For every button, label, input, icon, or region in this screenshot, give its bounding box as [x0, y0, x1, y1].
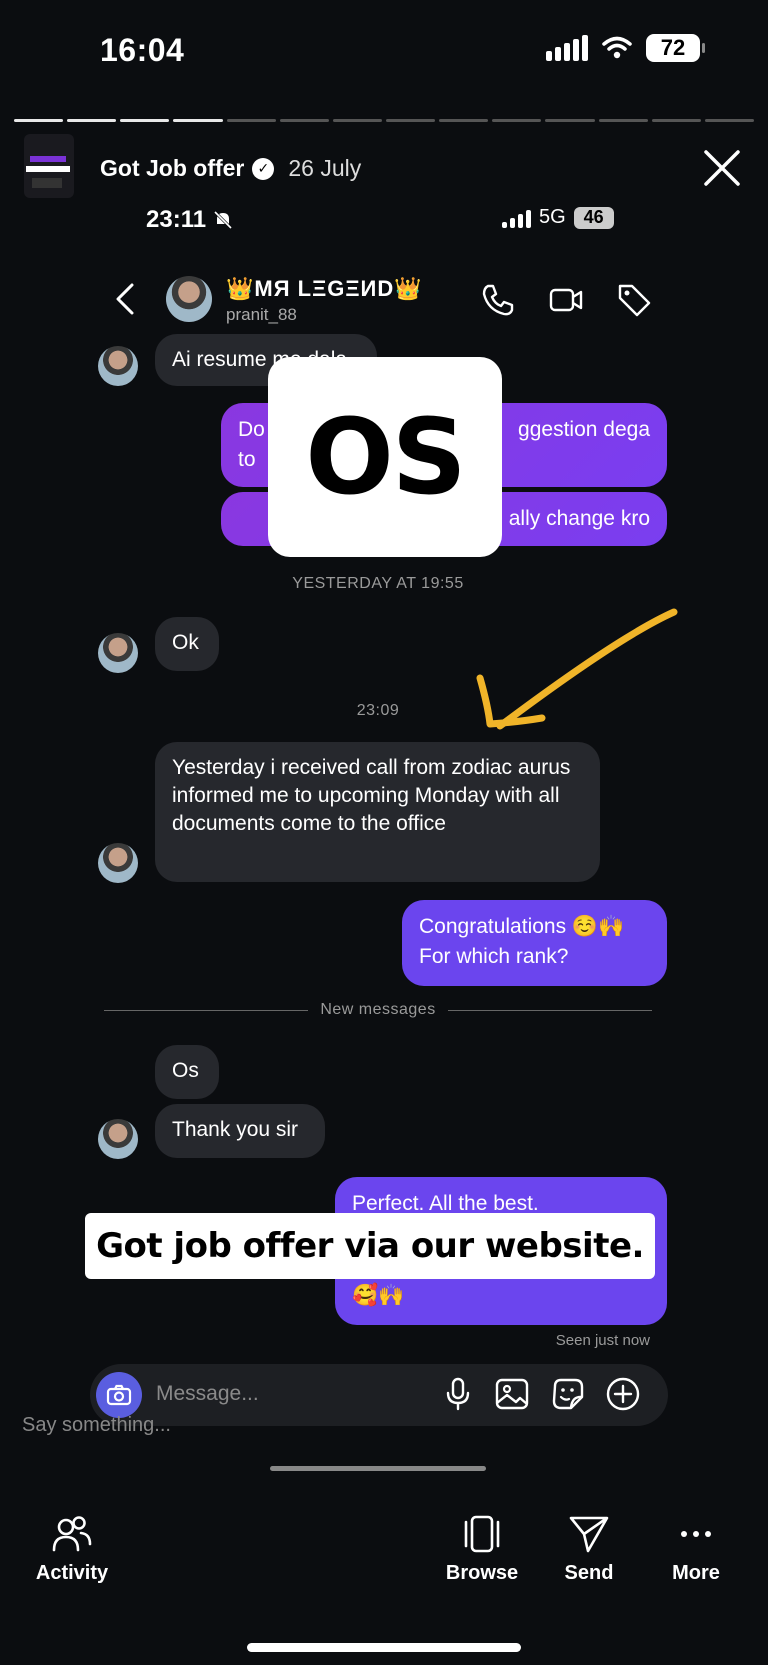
story-date: 26 July — [288, 155, 362, 181]
inner-battery: 46 — [573, 206, 614, 229]
os-sticker: OS — [268, 357, 502, 557]
avatar — [98, 843, 138, 883]
inner-status-indicators: 5G 46 — [502, 206, 614, 229]
tag-icon[interactable] — [616, 282, 652, 318]
browse-icon — [464, 1515, 500, 1553]
activity-button[interactable]: Activity — [12, 1514, 132, 1585]
story-header: Got Job offer ✓ 26 July — [100, 155, 361, 182]
story-reply-input[interactable]: Say something... — [22, 1414, 171, 1437]
inner-time-text: 23:11 — [146, 206, 207, 233]
timestamp: YESTERDAY AT 19:55 — [292, 575, 464, 592]
story-progress — [14, 119, 754, 122]
signal-icon — [546, 35, 588, 61]
more-button[interactable]: More — [636, 1514, 756, 1585]
message-text: Do — [238, 418, 265, 441]
video-icon[interactable] — [548, 282, 584, 318]
mic-icon[interactable] — [440, 1376, 476, 1412]
inner-signal-icon — [502, 208, 531, 228]
message-incoming: Thank you sir — [155, 1104, 325, 1158]
chat-contact-name[interactable]: 👑MЯ LΞGΞИD👑 — [226, 276, 423, 302]
message-text: For which rank? — [419, 945, 569, 968]
avatar — [98, 346, 138, 386]
divider — [104, 1010, 308, 1011]
send-icon — [569, 1516, 609, 1553]
story-caption: Got job offer via our website. — [85, 1213, 655, 1279]
avatar[interactable] — [166, 276, 212, 322]
activity-icon — [52, 1516, 92, 1552]
back-chevron-icon[interactable] — [112, 282, 138, 316]
phone-icon[interactable] — [480, 282, 516, 318]
battery-indicator: 72 — [646, 34, 705, 62]
browse-label: Browse — [445, 1562, 519, 1584]
more-label: More — [672, 1562, 720, 1584]
story-viewer: 16:04 72 Got Job offer ✓ 26 July 23:11 5… — [0, 0, 768, 1665]
close-icon[interactable] — [700, 146, 744, 190]
story-thumbnail[interactable] — [24, 134, 74, 198]
camera-button[interactable] — [96, 1372, 142, 1418]
browse-button[interactable]: Browse — [422, 1514, 542, 1585]
message-emoji: 🥰🙌 — [352, 1284, 405, 1307]
message-input[interactable]: Message... — [156, 1382, 259, 1406]
avatar — [98, 1119, 138, 1159]
mute-bell-icon — [214, 210, 233, 230]
new-messages-label: New messages — [320, 1001, 436, 1018]
sticker-icon[interactable] — [550, 1376, 586, 1412]
activity-label: Activity — [35, 1562, 109, 1584]
status-time: 16:04 — [100, 32, 185, 68]
message-text: Congratulations ☺️🙌 — [419, 915, 625, 938]
more-icon — [681, 1531, 711, 1537]
avatar — [98, 633, 138, 673]
message-incoming: Ok — [155, 617, 219, 671]
seen-status: Seen just now — [555, 1332, 650, 1349]
status-indicators: 72 — [546, 34, 705, 62]
timestamp: 23:09 — [356, 702, 400, 719]
network-type: 5G — [539, 206, 566, 228]
message-incoming: Os — [155, 1045, 219, 1099]
inner-home-indicator — [270, 1466, 486, 1471]
message-text: to — [238, 448, 256, 471]
camera-icon — [106, 1384, 132, 1406]
story-title: Got Job offer — [100, 155, 245, 181]
inner-status-time: 23:11 — [146, 206, 234, 234]
chat-username: pranit_88 — [226, 305, 297, 324]
send-label: Send — [564, 1562, 614, 1584]
plus-icon[interactable] — [605, 1376, 641, 1412]
gallery-icon[interactable] — [494, 1376, 530, 1412]
message-text: ggestion dega — [518, 418, 650, 441]
send-button[interactable]: Send — [529, 1514, 649, 1585]
divider — [448, 1010, 652, 1011]
home-indicator — [247, 1643, 521, 1652]
verified-badge-icon: ✓ — [252, 157, 275, 180]
message-incoming: Yesterday i received call from zodiac au… — [155, 742, 600, 882]
wifi-icon — [602, 36, 632, 59]
message-outgoing: Congratulations ☺️🙌 For which rank? — [402, 900, 667, 986]
